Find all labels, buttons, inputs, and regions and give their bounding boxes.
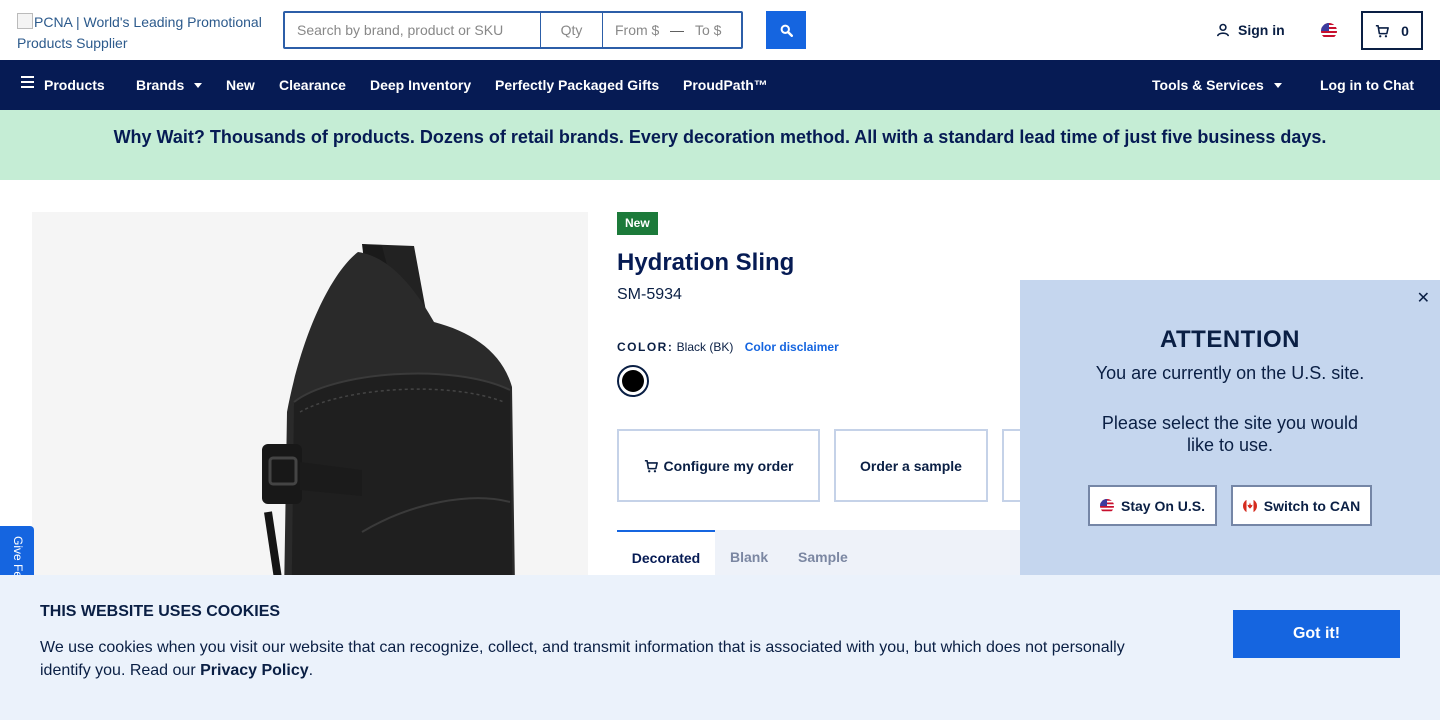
sign-in-label: Sign in: [1238, 22, 1285, 38]
cart-button[interactable]: 0: [1361, 11, 1423, 50]
stay-us-button[interactable]: Stay On U.S.: [1088, 485, 1217, 526]
broken-image-icon: [17, 13, 33, 29]
color-swatch-black[interactable]: [617, 365, 649, 397]
site-selector-modal: ✕ ATTENTION You are currently on the U.S…: [1020, 280, 1440, 575]
privacy-policy-link[interactable]: Privacy Policy: [200, 662, 309, 679]
cart-icon: [644, 459, 658, 472]
nav-products-label: Products: [44, 77, 105, 93]
us-flag-icon: [1099, 498, 1114, 513]
feedback-tab[interactable]: Give Feedback: [0, 526, 34, 578]
color-row: COLOR: Black (BK) Color disclaimer: [617, 340, 839, 354]
accept-cookies-button[interactable]: Got it!: [1233, 610, 1400, 658]
product-sku: SM-5934: [617, 286, 682, 303]
new-badge: New: [617, 212, 658, 235]
search-bar: —: [283, 11, 743, 49]
product-title: Hydration Sling: [617, 249, 795, 276]
nav-deep-inventory[interactable]: Deep Inventory: [370, 60, 471, 110]
main-nav: Products Brands New Clearance Deep Inven…: [0, 60, 1440, 110]
chevron-down-icon: [1273, 83, 1282, 88]
site-logo[interactable]: PCNA | World's Leading Promotional Produ…: [17, 12, 277, 54]
site-header: PCNA | World's Leading Promotional Produ…: [0, 0, 1440, 60]
price-separator: —: [670, 22, 684, 38]
search-input[interactable]: [285, 13, 541, 47]
swatch-fill: [622, 370, 644, 392]
nav-products[interactable]: Products: [21, 60, 105, 110]
feedback-label: Give Feedback: [11, 536, 25, 578]
cart-icon: [1375, 24, 1390, 37]
order-sample-label: Order a sample: [860, 457, 962, 474]
chevron-down-icon: [194, 83, 203, 88]
tab-blank[interactable]: Blank: [730, 530, 768, 575]
cookie-banner: THIS WEBSITE USES COOKIES We use cookies…: [0, 575, 1440, 720]
price-to-input[interactable]: [687, 13, 741, 47]
sign-in-link[interactable]: Sign in: [1216, 22, 1285, 38]
modal-line-1: You are currently on the U.S. site.: [1095, 363, 1365, 383]
nav-packaged-gifts[interactable]: Perfectly Packaged Gifts: [495, 60, 659, 110]
menu-icon: [21, 76, 34, 91]
color-value: Black (BK): [676, 340, 734, 354]
nav-new[interactable]: New: [226, 60, 255, 110]
switch-can-label: Switch to CAN: [1263, 497, 1361, 514]
cookie-text: We use cookies when you visit our websit…: [40, 636, 1140, 682]
modal-title: ATTENTION: [1159, 326, 1301, 353]
search-icon: [780, 24, 793, 37]
configure-order-label: Configure my order: [663, 457, 794, 474]
order-sample-button[interactable]: Order a sample: [834, 429, 988, 502]
us-flag-icon[interactable]: [1321, 23, 1337, 39]
configure-order-button[interactable]: Configure my order: [617, 429, 820, 502]
stay-us-label: Stay On U.S.: [1120, 497, 1206, 514]
modal-line-2: Please select the site you would like to…: [1101, 413, 1359, 455]
tab-sample[interactable]: Sample: [798, 530, 848, 575]
user-icon: [1216, 23, 1230, 37]
color-label: COLOR:: [617, 340, 674, 354]
close-icon[interactable]: ✕: [1417, 288, 1430, 308]
price-from-input[interactable]: [603, 13, 667, 47]
canada-flag-icon: [1242, 498, 1257, 513]
cart-count: 0: [1401, 22, 1409, 39]
nav-brands-label: Brands: [136, 77, 185, 93]
search-button[interactable]: [766, 11, 806, 49]
switch-can-button[interactable]: Switch to CAN: [1231, 485, 1372, 526]
tab-decorated[interactable]: Decorated: [617, 530, 715, 575]
qty-input[interactable]: [541, 13, 603, 47]
cookie-title: THIS WEBSITE USES COOKIES: [40, 603, 281, 620]
pricing-tabs: Decorated Blank Sample: [617, 530, 1037, 575]
nav-tools-label: Tools & Services: [1152, 77, 1264, 93]
nav-brands[interactable]: Brands: [136, 60, 203, 110]
nav-tools-services[interactable]: Tools & Services: [1152, 60, 1282, 110]
nav-chat-login[interactable]: Log in to Chat: [1320, 60, 1414, 110]
nav-proudpath[interactable]: ProudPath™: [683, 60, 768, 110]
promo-banner: Why Wait? Thousands of products. Dozens …: [0, 110, 1440, 180]
logo-alt-text: PCNA | World's Leading Promotional Produ…: [17, 14, 262, 51]
promo-banner-text: Why Wait? Thousands of products. Dozens …: [113, 127, 1327, 147]
color-disclaimer-link[interactable]: Color disclaimer: [745, 340, 839, 354]
nav-clearance[interactable]: Clearance: [279, 60, 346, 110]
cookie-tail: .: [308, 662, 314, 679]
